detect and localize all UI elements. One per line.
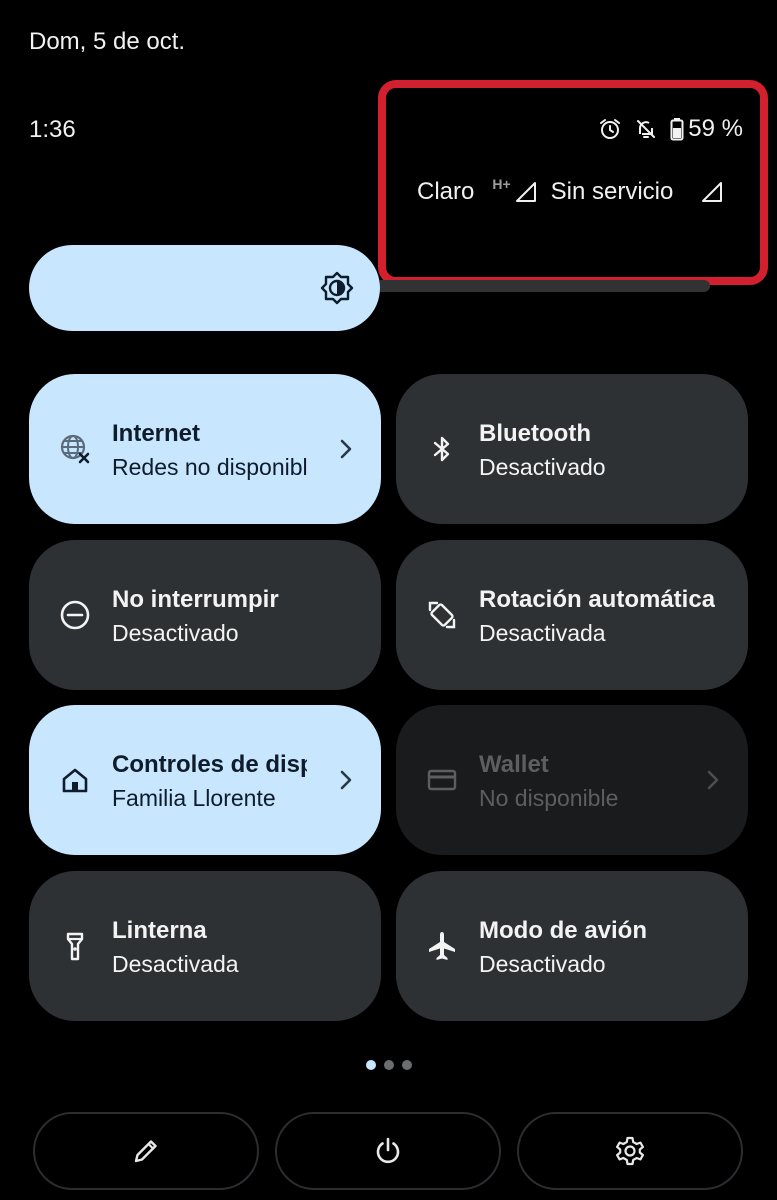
settings-button[interactable] [517, 1112, 743, 1190]
pencil-icon [134, 1140, 157, 1163]
chevron-right-icon [340, 439, 352, 459]
tile-bluetooth[interactable]: Bluetooth Desactivado [396, 374, 748, 524]
do-not-disturb-icon [60, 600, 90, 630]
date-label: Dom, 5 de oct. [29, 28, 186, 55]
tile-do-not-disturb[interactable]: No interrumpir Desactivado [29, 540, 381, 690]
tile-subtitle: Redes no disponibles [112, 454, 307, 480]
tile-flashlight[interactable]: Linterna Desactivada [29, 871, 381, 1021]
rotate-icon [428, 601, 456, 629]
tile-title: Linterna [112, 917, 207, 944]
page-dot-active[interactable] [366, 1060, 376, 1070]
clock: 1:36 [29, 116, 76, 143]
tile-title: Wallet [479, 751, 549, 778]
gear-icon [616, 1136, 644, 1166]
tile-title: Internet [112, 420, 201, 447]
page-dot[interactable] [402, 1060, 412, 1070]
bluetooth-icon [433, 436, 450, 462]
flashlight-icon [66, 932, 84, 961]
tile-title: Rotación automática [479, 586, 716, 613]
brightness-track[interactable] [380, 280, 710, 292]
page-dot[interactable] [384, 1060, 394, 1070]
tile-device-controls[interactable]: Controles de dispositivos Familia Lloren… [29, 705, 381, 855]
tile-subtitle: No disponible [479, 785, 619, 811]
tile-subtitle: Familia Llorente [112, 785, 276, 811]
tile-internet[interactable]: Internet Redes no disponibles [29, 374, 381, 524]
tile-subtitle: Desactivado [479, 454, 606, 480]
card-icon [427, 769, 457, 791]
page-indicator [366, 1060, 412, 1070]
tile-subtitle: Desactivada [112, 951, 239, 977]
tile-title: No interrumpir [112, 586, 279, 613]
tile-wallet[interactable]: Wallet No disponible [396, 705, 748, 855]
brightness-icon [320, 271, 354, 305]
tile-title: Bluetooth [479, 420, 591, 447]
chevron-right-icon [340, 770, 352, 790]
tile-subtitle: Desactivada [479, 620, 606, 646]
tile-title: Controles de dispositivos [112, 751, 307, 778]
tile-title: Modo de avión [479, 917, 647, 944]
tile-airplane-mode[interactable]: Modo de avión Desactivado [396, 871, 748, 1021]
tile-subtitle: Desactivado [479, 951, 606, 977]
chevron-right-icon [707, 770, 719, 790]
globe-off-icon [60, 434, 90, 464]
power-icon [376, 1137, 400, 1164]
power-button[interactable] [275, 1112, 501, 1190]
edit-button[interactable] [33, 1112, 259, 1190]
highlight-box [378, 80, 768, 285]
brightness-slider[interactable] [29, 245, 380, 331]
home-icon [62, 768, 88, 793]
tile-auto-rotate[interactable]: Rotación automática Desactivada [396, 540, 748, 690]
tile-subtitle: Desactivado [112, 620, 239, 646]
airplane-icon [429, 932, 455, 960]
